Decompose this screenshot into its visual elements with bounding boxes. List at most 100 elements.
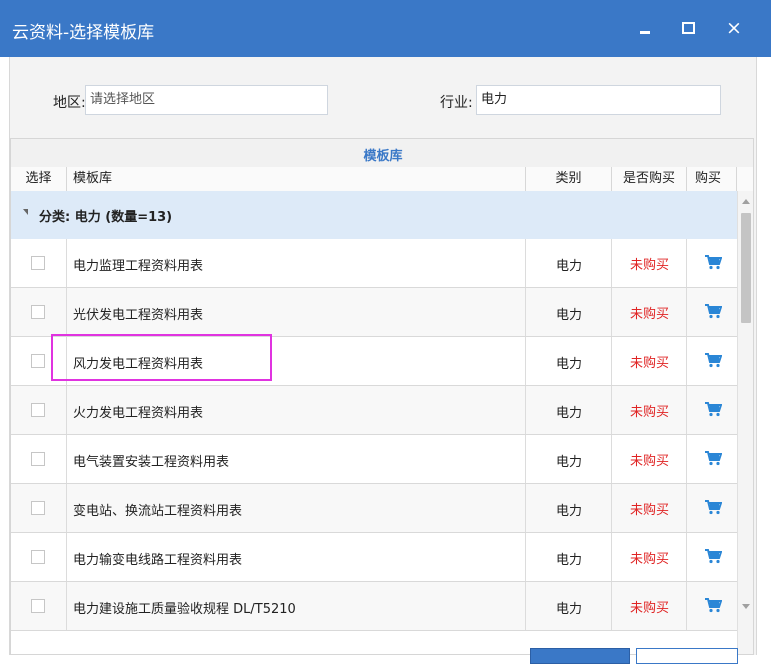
purchase-status: 未购买 — [629, 552, 669, 567]
purchase-status-cell: 未购买 — [612, 484, 687, 532]
template-name: 电力建设施工质量验收规程 DL/T5210 — [73, 602, 296, 617]
table-row[interactable]: 电力监理工程资料用表 电力 未购买 — [11, 239, 737, 288]
purchase-status-cell: 未购买 — [612, 582, 687, 630]
group-header-label: 模板库 — [363, 149, 403, 164]
maximize-button[interactable] — [674, 15, 702, 43]
template-type: 电力 — [555, 602, 582, 617]
template-name-cell: 电力建设施工质量验收规程 DL/T5210 — [67, 582, 526, 630]
select-cell — [11, 239, 67, 287]
industry-label: 行业: — [440, 95, 473, 111]
close-button[interactable]: × — [720, 15, 748, 43]
table-row[interactable]: 变电站、换流站工程资料用表 电力 未购买 — [11, 484, 737, 533]
window-title: 云资料-选择模板库 — [12, 23, 155, 43]
column-header-template[interactable]: 模板库 — [67, 167, 526, 191]
template-type: 电力 — [555, 406, 582, 421]
buy-cell — [687, 337, 737, 385]
select-cell — [11, 484, 67, 532]
template-name: 电气装置安装工程资料用表 — [73, 455, 230, 470]
minimize-button[interactable] — [631, 15, 659, 43]
template-name-cell: 火力发电工程资料用表 — [67, 386, 526, 434]
buy-cell — [687, 435, 737, 483]
row-checkbox[interactable] — [31, 501, 45, 515]
purchase-status: 未购买 — [629, 258, 669, 273]
highlight-box — [51, 334, 272, 381]
shopping-cart-icon[interactable] — [704, 254, 723, 274]
row-checkbox[interactable] — [31, 256, 45, 270]
purchase-status: 未购买 — [629, 601, 669, 616]
cancel-button[interactable] — [636, 648, 738, 664]
type-cell: 电力 — [526, 239, 612, 287]
scroll-down-icon[interactable] — [742, 604, 750, 609]
type-cell: 电力 — [526, 288, 612, 336]
template-grid: 模板库 选择 模板库 类别 是否购买 购买 分类: 电力 (数量=13) 电力监… — [10, 138, 754, 655]
table-row[interactable]: 火力发电工程资料用表 电力 未购买 — [11, 386, 737, 435]
table-row[interactable]: 光伏发电工程资料用表 电力 未购买 — [11, 288, 737, 337]
template-name-cell: 电力监理工程资料用表 — [67, 239, 526, 287]
purchase-status: 未购买 — [629, 356, 669, 371]
template-name-cell: 变电站、换流站工程资料用表 — [67, 484, 526, 532]
purchase-status: 未购买 — [629, 405, 669, 420]
shopping-cart-icon[interactable] — [704, 548, 723, 568]
template-name: 电力监理工程资料用表 — [73, 259, 204, 274]
row-checkbox[interactable] — [31, 403, 45, 417]
buy-cell — [687, 484, 737, 532]
template-type: 电力 — [555, 308, 582, 323]
shopping-cart-icon[interactable] — [704, 450, 723, 470]
buy-cell — [687, 386, 737, 434]
purchase-status-cell: 未购买 — [612, 435, 687, 483]
category-label: 分类: 电力 (数量=13) — [39, 210, 173, 225]
shopping-cart-icon[interactable] — [704, 499, 723, 519]
table-row[interactable]: 电力建设施工质量验收规程 DL/T5210 电力 未购买 — [11, 582, 737, 631]
row-checkbox[interactable] — [31, 550, 45, 564]
vertical-scrollbar[interactable] — [737, 191, 753, 654]
industry-input[interactable]: 电力 — [476, 85, 721, 115]
purchase-status-cell: 未购买 — [612, 386, 687, 434]
column-header-purchased[interactable]: 是否购买 — [612, 167, 687, 191]
table-row[interactable]: 电气装置安装工程资料用表 电力 未购买 — [11, 435, 737, 484]
template-type: 电力 — [555, 357, 582, 372]
category-group-row[interactable]: 分类: 电力 (数量=13) — [11, 191, 737, 239]
table-row[interactable]: 电力输变电线路工程资料用表 电力 未购买 — [11, 533, 737, 582]
column-header-type[interactable]: 类别 — [526, 167, 612, 191]
collapse-icon[interactable] — [23, 209, 28, 215]
column-header-select[interactable]: 选择 — [11, 167, 67, 191]
select-cell — [11, 582, 67, 630]
purchase-status: 未购买 — [629, 454, 669, 469]
type-cell: 电力 — [526, 435, 612, 483]
group-header: 模板库 — [11, 139, 753, 168]
shopping-cart-icon[interactable] — [704, 597, 723, 617]
type-cell: 电力 — [526, 582, 612, 630]
row-checkbox[interactable] — [31, 452, 45, 466]
template-name: 变电站、换流站工程资料用表 — [73, 504, 243, 519]
purchase-status-cell: 未购买 — [612, 239, 687, 287]
select-cell — [11, 288, 67, 336]
column-header-buy[interactable]: 购买 — [687, 167, 737, 191]
purchase-status-cell: 未购买 — [612, 533, 687, 581]
template-type: 电力 — [555, 553, 582, 568]
template-type: 电力 — [555, 455, 582, 470]
type-cell: 电力 — [526, 386, 612, 434]
purchase-status: 未购买 — [629, 307, 669, 322]
minimize-icon — [640, 31, 650, 34]
shopping-cart-icon[interactable] — [704, 352, 723, 372]
purchase-status: 未购买 — [629, 503, 669, 518]
shopping-cart-icon[interactable] — [704, 303, 723, 323]
row-checkbox[interactable] — [31, 599, 45, 613]
row-checkbox[interactable] — [31, 354, 45, 368]
title-bar: 云资料-选择模板库 × — [0, 0, 771, 57]
buy-cell — [687, 533, 737, 581]
buy-cell — [687, 239, 737, 287]
maximize-icon — [681, 22, 695, 34]
scroll-up-icon[interactable] — [742, 199, 750, 204]
buy-cell — [687, 582, 737, 630]
template-type: 电力 — [555, 259, 582, 274]
column-header-row: 选择 模板库 类别 是否购买 购买 — [11, 167, 753, 192]
region-input[interactable]: 请选择地区 — [85, 85, 328, 115]
confirm-button[interactable] — [530, 648, 630, 664]
shopping-cart-icon[interactable] — [704, 401, 723, 421]
select-cell — [11, 386, 67, 434]
template-name: 电力输变电线路工程资料用表 — [73, 553, 243, 568]
type-cell: 电力 — [526, 337, 612, 385]
scroll-thumb[interactable] — [741, 213, 751, 323]
row-checkbox[interactable] — [31, 305, 45, 319]
